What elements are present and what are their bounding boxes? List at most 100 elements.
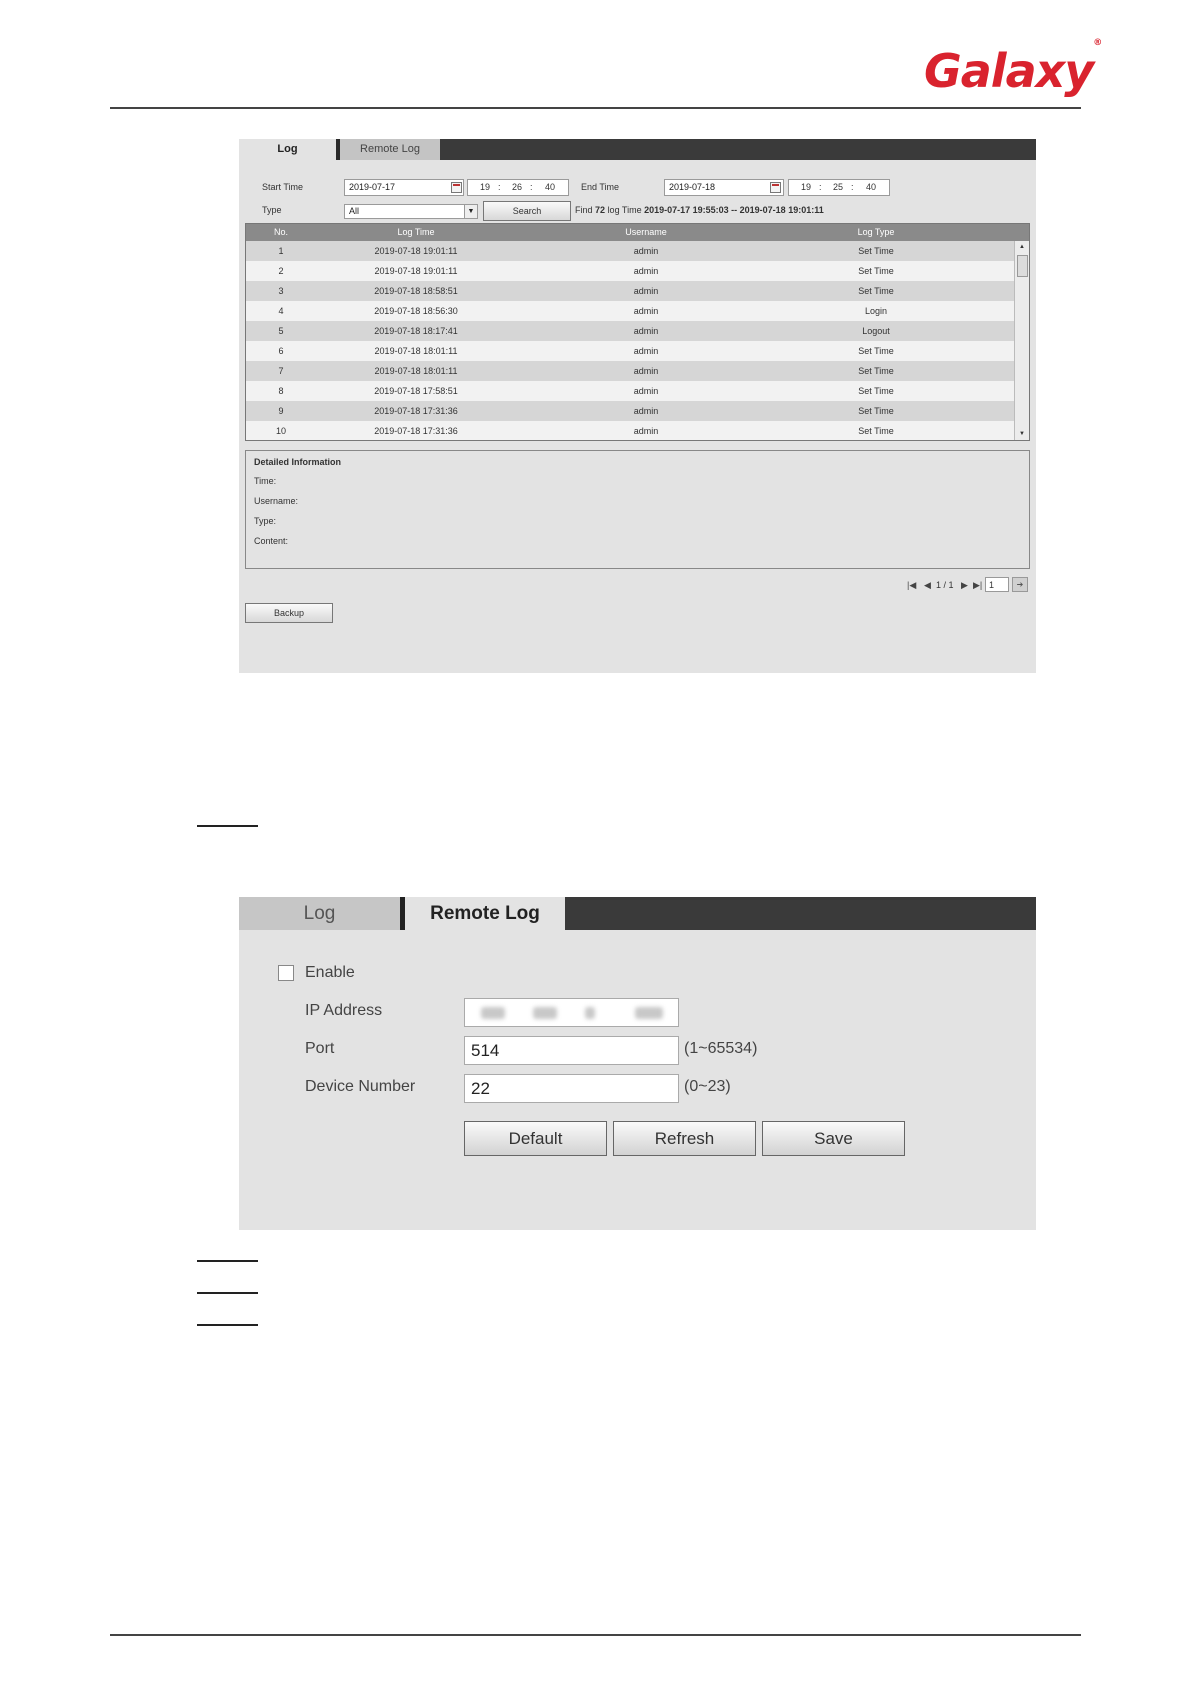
port-input[interactable]: 514	[464, 1036, 679, 1065]
start-second[interactable]: 40	[545, 180, 555, 195]
port-range: (1~65534)	[684, 1040, 758, 1057]
cell-log-time: 2019-07-18 18:56:30	[374, 306, 458, 316]
table-row[interactable]: 5 2019-07-18 18:17:41 admin Logout	[246, 321, 1014, 341]
enable-checkbox[interactable]	[278, 965, 294, 981]
backup-button[interactable]: Backup	[245, 603, 333, 623]
step-marker	[197, 1260, 258, 1262]
save-button[interactable]: Save	[762, 1121, 905, 1156]
col-no: No.	[273, 227, 288, 237]
end-hour[interactable]: 19	[801, 180, 811, 195]
type-select[interactable]: All ▼	[344, 204, 478, 219]
cell-log-type: Set Time	[858, 246, 894, 256]
cell-no: 2	[278, 266, 284, 276]
table-row[interactable]: 9 2019-07-18 17:31:36 admin Set Time	[246, 401, 1014, 421]
step-marker	[197, 825, 258, 827]
cell-log-type: Set Time	[858, 386, 894, 396]
cell-log-time: 2019-07-18 18:01:11	[374, 366, 458, 376]
table-scrollbar[interactable]: ▲ ▼	[1014, 241, 1029, 440]
cell-no: 6	[278, 346, 284, 356]
detail-username: Username:	[254, 496, 299, 506]
page-indicator: 1 / 1	[936, 580, 954, 590]
scroll-down-icon[interactable]: ▼	[1015, 428, 1029, 440]
table-row[interactable]: 8 2019-07-18 17:58:51 admin Set Time	[246, 381, 1014, 401]
cell-username: admin	[633, 306, 659, 316]
default-button[interactable]: Default	[464, 1121, 607, 1156]
cell-log-time: 2019-07-18 19:01:11	[374, 246, 458, 256]
cell-no: 5	[278, 326, 284, 336]
calendar-icon[interactable]	[451, 182, 462, 193]
refresh-button[interactable]: Refresh	[613, 1121, 756, 1156]
table-row[interactable]: 3 2019-07-18 18:58:51 admin Set Time	[246, 281, 1014, 301]
cell-log-time: 2019-07-18 19:01:11	[374, 266, 458, 276]
table-row[interactable]: 6 2019-07-18 18:01:11 admin Set Time	[246, 341, 1014, 361]
tab-remote-log[interactable]: Remote Log	[405, 897, 565, 930]
chevron-down-icon[interactable]: ▼	[464, 205, 477, 218]
col-username: Username	[625, 227, 667, 237]
end-minute[interactable]: 25	[833, 180, 843, 195]
search-button[interactable]: Search	[483, 201, 571, 221]
cell-username: admin	[633, 406, 659, 416]
cell-log-type: Set Time	[858, 286, 894, 296]
log-table: No. Log Time Username Log Type 1 2019-07-…	[245, 223, 1030, 441]
calendar-icon[interactable]	[770, 182, 781, 193]
header-divider	[110, 107, 1081, 109]
last-page-icon[interactable]: ▶|	[973, 580, 982, 590]
scroll-thumb[interactable]	[1017, 255, 1028, 277]
cell-log-type: Set Time	[858, 346, 894, 356]
page-number-input[interactable]: 1	[985, 577, 1009, 592]
device-number-input[interactable]: 22	[464, 1074, 679, 1103]
find-summary: Find 72 log Time 2019-07-17 19:55:03 -- …	[575, 205, 824, 215]
cell-no: 3	[278, 286, 284, 296]
cell-username: admin	[633, 266, 659, 276]
start-minute[interactable]: 26	[512, 180, 522, 195]
cell-log-type: Set Time	[858, 366, 894, 376]
cell-username: admin	[633, 366, 659, 376]
cell-log-type: Logout	[862, 326, 890, 336]
start-time-input[interactable]: 19 : 26 : 40	[467, 179, 569, 196]
port-label: Port	[305, 1040, 335, 1057]
scroll-up-icon[interactable]: ▲	[1015, 241, 1029, 253]
cell-log-type: Set Time	[858, 406, 894, 416]
table-row[interactable]: 2 2019-07-18 19:01:11 admin Set Time	[246, 261, 1014, 281]
cell-username: admin	[633, 386, 659, 396]
cell-username: admin	[633, 346, 659, 356]
cell-log-time: 2019-07-18 17:58:51	[374, 386, 458, 396]
detail-type: Type:	[254, 516, 277, 526]
first-page-icon[interactable]: |◀	[907, 580, 916, 590]
table-header: No. Log Time Username Log Type	[246, 224, 1029, 241]
start-date-input[interactable]: 2019-07-17	[344, 179, 464, 196]
end-second[interactable]: 40	[866, 180, 876, 195]
tab-log[interactable]: Log	[239, 139, 336, 160]
tab-remote-log[interactable]: Remote Log	[340, 139, 440, 160]
remote-log-panel: Log Remote Log Enable IP Address Port 51…	[239, 897, 1036, 1230]
device-number-range: (0~23)	[684, 1078, 731, 1095]
cell-log-type: Set Time	[858, 426, 894, 436]
cell-log-time: 2019-07-18 18:01:11	[374, 346, 458, 356]
tab-log[interactable]: Log	[239, 897, 400, 930]
detail-title: Detailed Information	[254, 457, 342, 467]
cell-no: 10	[275, 426, 286, 436]
table-row[interactable]: 4 2019-07-18 18:56:30 admin Login	[246, 301, 1014, 321]
end-date-input[interactable]: 2019-07-18	[664, 179, 784, 196]
cell-log-time: 2019-07-18 17:31:36	[374, 406, 458, 416]
ip-address-input[interactable]	[464, 998, 679, 1027]
enable-label: Enable	[305, 964, 355, 981]
step-marker	[197, 1324, 258, 1326]
table-row[interactable]: 10 2019-07-18 17:31:36 admin Set Time	[246, 421, 1014, 440]
cell-log-type: Login	[864, 306, 888, 316]
start-hour[interactable]: 19	[480, 180, 490, 195]
log-panel: Log Remote Log Start Time 2019-07-17 19 …	[239, 139, 1036, 673]
start-time-label: Start Time	[262, 182, 304, 192]
cell-no: 7	[278, 366, 284, 376]
table-row[interactable]: 7 2019-07-18 18:01:11 admin Set Time	[246, 361, 1014, 381]
table-body: 1 2019-07-18 19:01:11 admin Set Time 2 2019-0…	[246, 241, 1014, 440]
prev-page-icon[interactable]: ◀	[924, 580, 931, 590]
ip-address-label: IP Address	[305, 1002, 383, 1019]
type-label: Type	[262, 205, 282, 215]
next-page-icon[interactable]: ▶	[961, 580, 968, 590]
end-time-input[interactable]: 19 : 25 : 40	[788, 179, 890, 196]
cell-username: admin	[633, 286, 659, 296]
cell-username: admin	[633, 426, 659, 436]
table-row[interactable]: 1 2019-07-18 19:01:11 admin Set Time	[246, 241, 1014, 261]
go-page-icon[interactable]: ➔	[1012, 577, 1028, 592]
